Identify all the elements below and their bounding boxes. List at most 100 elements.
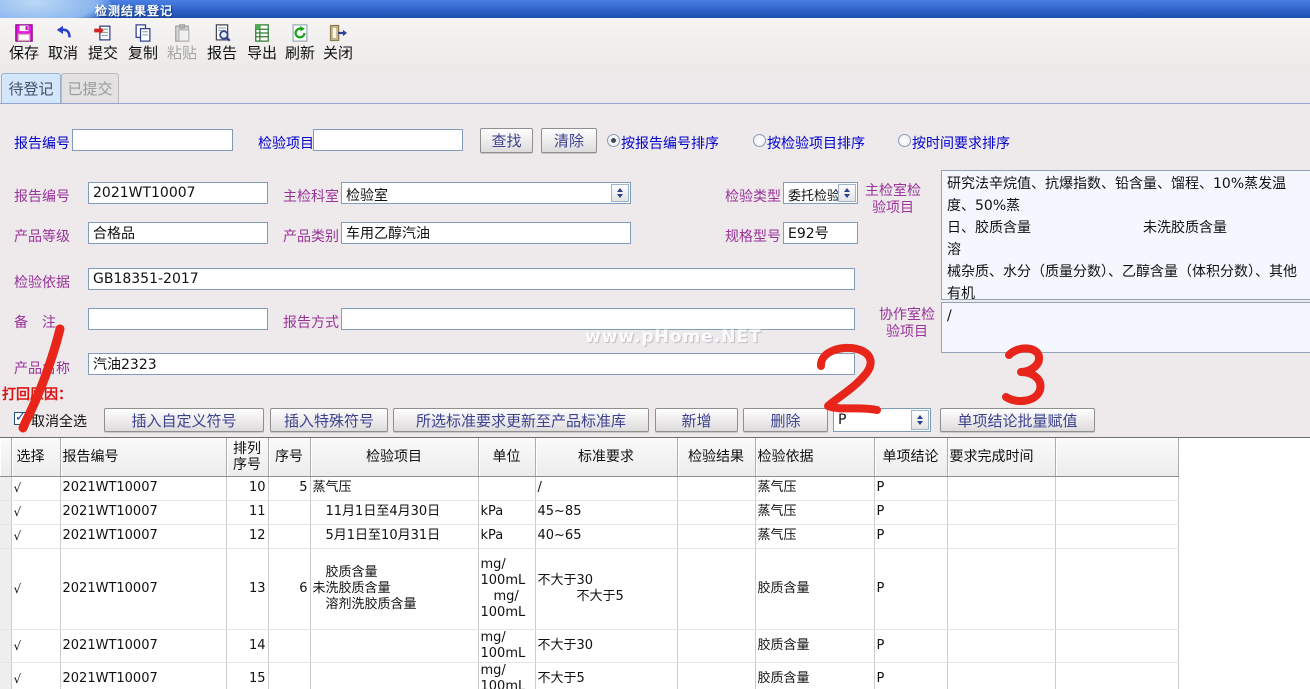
cell-item[interactable]: 11月1日至4月30日 bbox=[310, 500, 478, 524]
table-row[interactable]: √ 2021WT10007 10 5 蒸气压 / 蒸气压 P bbox=[0, 476, 1178, 500]
insert-special-symbol-button[interactable]: 插入特殊符号 bbox=[270, 408, 388, 432]
tab-submitted[interactable]: 已提交 bbox=[61, 73, 119, 103]
conclusion-combo-spinner-icon[interactable] bbox=[911, 410, 929, 430]
clear-button[interactable]: 清除 bbox=[541, 128, 597, 153]
grade-input[interactable] bbox=[88, 222, 268, 244]
cell-due[interactable] bbox=[947, 548, 1055, 629]
col-sort-no[interactable]: 排列 序号 bbox=[226, 438, 268, 476]
col-result[interactable]: 检验结果 bbox=[677, 438, 755, 476]
uncheck-all-label[interactable]: 取消全选 bbox=[31, 411, 87, 431]
col-req[interactable]: 标准要求 bbox=[535, 438, 677, 476]
cell-sort-no[interactable]: 14 bbox=[226, 629, 268, 662]
cell-item[interactable]: 蒸气压 bbox=[310, 476, 478, 500]
cell-conclusion[interactable]: P bbox=[874, 629, 947, 662]
cell-conclusion[interactable]: P bbox=[874, 500, 947, 524]
sort-by-item-radio[interactable] bbox=[753, 134, 766, 147]
cell-check[interactable]: √ bbox=[11, 548, 60, 629]
cell-basis[interactable]: 胶质含量 bbox=[755, 548, 874, 629]
cell-conclusion[interactable]: P bbox=[874, 476, 947, 500]
cell-basis[interactable]: 胶质含量 bbox=[755, 662, 874, 689]
report-no-input[interactable] bbox=[88, 182, 268, 204]
col-report-no[interactable]: 报告编号 bbox=[60, 438, 226, 476]
cell-req[interactable]: 不大于5 bbox=[535, 662, 677, 689]
cell-unit[interactable]: mg/ 100mL mg/ 100mL bbox=[478, 548, 535, 629]
copy-button[interactable]: 复制 bbox=[124, 20, 162, 68]
cell-result[interactable] bbox=[677, 662, 755, 689]
cell-result[interactable] bbox=[677, 548, 755, 629]
cell-item[interactable] bbox=[310, 662, 478, 689]
search-item-input[interactable] bbox=[313, 129, 463, 151]
save-button[interactable]: 保存 bbox=[5, 20, 43, 68]
cell-unit[interactable]: kPa bbox=[478, 524, 535, 548]
cell-unit[interactable] bbox=[478, 476, 535, 500]
table-row[interactable]: √ 2021WT10007 12 5月1日至10月31日 kPa 40~65 蒸… bbox=[0, 524, 1178, 548]
cell-report-no[interactable]: 2021WT10007 bbox=[60, 629, 226, 662]
find-button[interactable]: 查找 bbox=[480, 128, 533, 153]
cell-due[interactable] bbox=[947, 524, 1055, 548]
table-row[interactable]: √ 2021WT10007 14 mg/ 100mL 不大于30 胶质含量 P bbox=[0, 629, 1178, 662]
coop-items-textarea[interactable]: / bbox=[941, 302, 1310, 353]
tab-pending[interactable]: 待登记 bbox=[1, 73, 61, 103]
col-due[interactable]: 要求完成时间 bbox=[947, 438, 1055, 476]
cell-check[interactable]: √ bbox=[11, 476, 60, 500]
cell-report-no[interactable]: 2021WT10007 bbox=[60, 548, 226, 629]
basis-input[interactable] bbox=[88, 268, 855, 290]
cell-item[interactable] bbox=[310, 629, 478, 662]
cell-unit[interactable]: kPa bbox=[478, 500, 535, 524]
dept-combo-spinner-icon[interactable] bbox=[611, 184, 629, 202]
product-name-input[interactable] bbox=[88, 353, 855, 375]
cell-conclusion[interactable]: P bbox=[874, 524, 947, 548]
cell-unit[interactable]: mg/ 100mL bbox=[478, 629, 535, 662]
cell-due[interactable] bbox=[947, 500, 1055, 524]
sort-by-time-radio[interactable] bbox=[898, 134, 911, 147]
table-row[interactable]: √ 2021WT10007 15 mg/ 100mL 不大于5 胶质含量 P bbox=[0, 662, 1178, 689]
cell-seq[interactable] bbox=[268, 662, 310, 689]
cell-check[interactable]: √ bbox=[11, 524, 60, 548]
sort-by-report-radio[interactable] bbox=[607, 134, 620, 147]
cell-check[interactable]: √ bbox=[11, 629, 60, 662]
cell-item[interactable]: 胶质含量 未洗胶质含量 溶剂洗胶质含量 bbox=[310, 548, 478, 629]
cell-due[interactable] bbox=[947, 629, 1055, 662]
col-seq[interactable]: 序号 bbox=[268, 438, 310, 476]
cell-req[interactable]: / bbox=[535, 476, 677, 500]
cell-check[interactable]: √ bbox=[11, 662, 60, 689]
cell-req[interactable]: 45~85 bbox=[535, 500, 677, 524]
cell-unit[interactable]: mg/ 100mL bbox=[478, 662, 535, 689]
close-button[interactable]: 关闭 bbox=[319, 20, 357, 68]
export-button[interactable]: 导出 bbox=[243, 20, 281, 68]
cell-conclusion[interactable]: P bbox=[874, 548, 947, 629]
sort-by-time-label[interactable]: 按时间要求排序 bbox=[912, 133, 1010, 153]
uncheck-all-checkbox[interactable] bbox=[14, 412, 27, 425]
col-check[interactable]: 选择 bbox=[11, 438, 60, 476]
sort-by-item-label[interactable]: 按检验项目排序 bbox=[767, 133, 865, 153]
cell-basis[interactable]: 蒸气压 bbox=[755, 476, 874, 500]
cell-sort-no[interactable]: 13 bbox=[226, 548, 268, 629]
cell-req[interactable]: 不大于30 不大于5 bbox=[535, 548, 677, 629]
category-input[interactable] bbox=[341, 222, 631, 244]
col-item[interactable]: 检验项目 bbox=[310, 438, 478, 476]
update-standard-button[interactable]: 所选标准要求更新至产品标准库 bbox=[393, 408, 649, 432]
cell-seq[interactable] bbox=[268, 629, 310, 662]
cancel-button[interactable]: 取消 bbox=[44, 20, 82, 68]
cell-report-no[interactable]: 2021WT10007 bbox=[60, 500, 226, 524]
cell-req[interactable]: 40~65 bbox=[535, 524, 677, 548]
type-combo[interactable]: 委托检验 bbox=[783, 182, 858, 204]
cell-report-no[interactable]: 2021WT10007 bbox=[60, 524, 226, 548]
remark-input[interactable] bbox=[88, 308, 268, 330]
type-combo-spinner-icon[interactable] bbox=[838, 184, 856, 202]
cell-seq[interactable] bbox=[268, 500, 310, 524]
table-row[interactable]: √ 2021WT10007 13 6 胶质含量 未洗胶质含量 溶剂洗胶质含量 m… bbox=[0, 548, 1178, 629]
sort-by-report-label[interactable]: 按报告编号排序 bbox=[621, 133, 719, 153]
cell-check[interactable]: √ bbox=[11, 500, 60, 524]
add-button[interactable]: 新增 bbox=[655, 408, 738, 432]
col-conclusion[interactable]: 单项结论 bbox=[874, 438, 947, 476]
cell-sort-no[interactable]: 12 bbox=[226, 524, 268, 548]
cell-result[interactable] bbox=[677, 629, 755, 662]
spec-input[interactable] bbox=[783, 222, 858, 244]
cell-due[interactable] bbox=[947, 476, 1055, 500]
cell-report-no[interactable]: 2021WT10007 bbox=[60, 662, 226, 689]
dept-combo[interactable]: 检验室 bbox=[341, 182, 631, 204]
cell-result[interactable] bbox=[677, 524, 755, 548]
cell-seq[interactable]: 6 bbox=[268, 548, 310, 629]
refresh-button[interactable]: 刷新 bbox=[281, 20, 319, 68]
